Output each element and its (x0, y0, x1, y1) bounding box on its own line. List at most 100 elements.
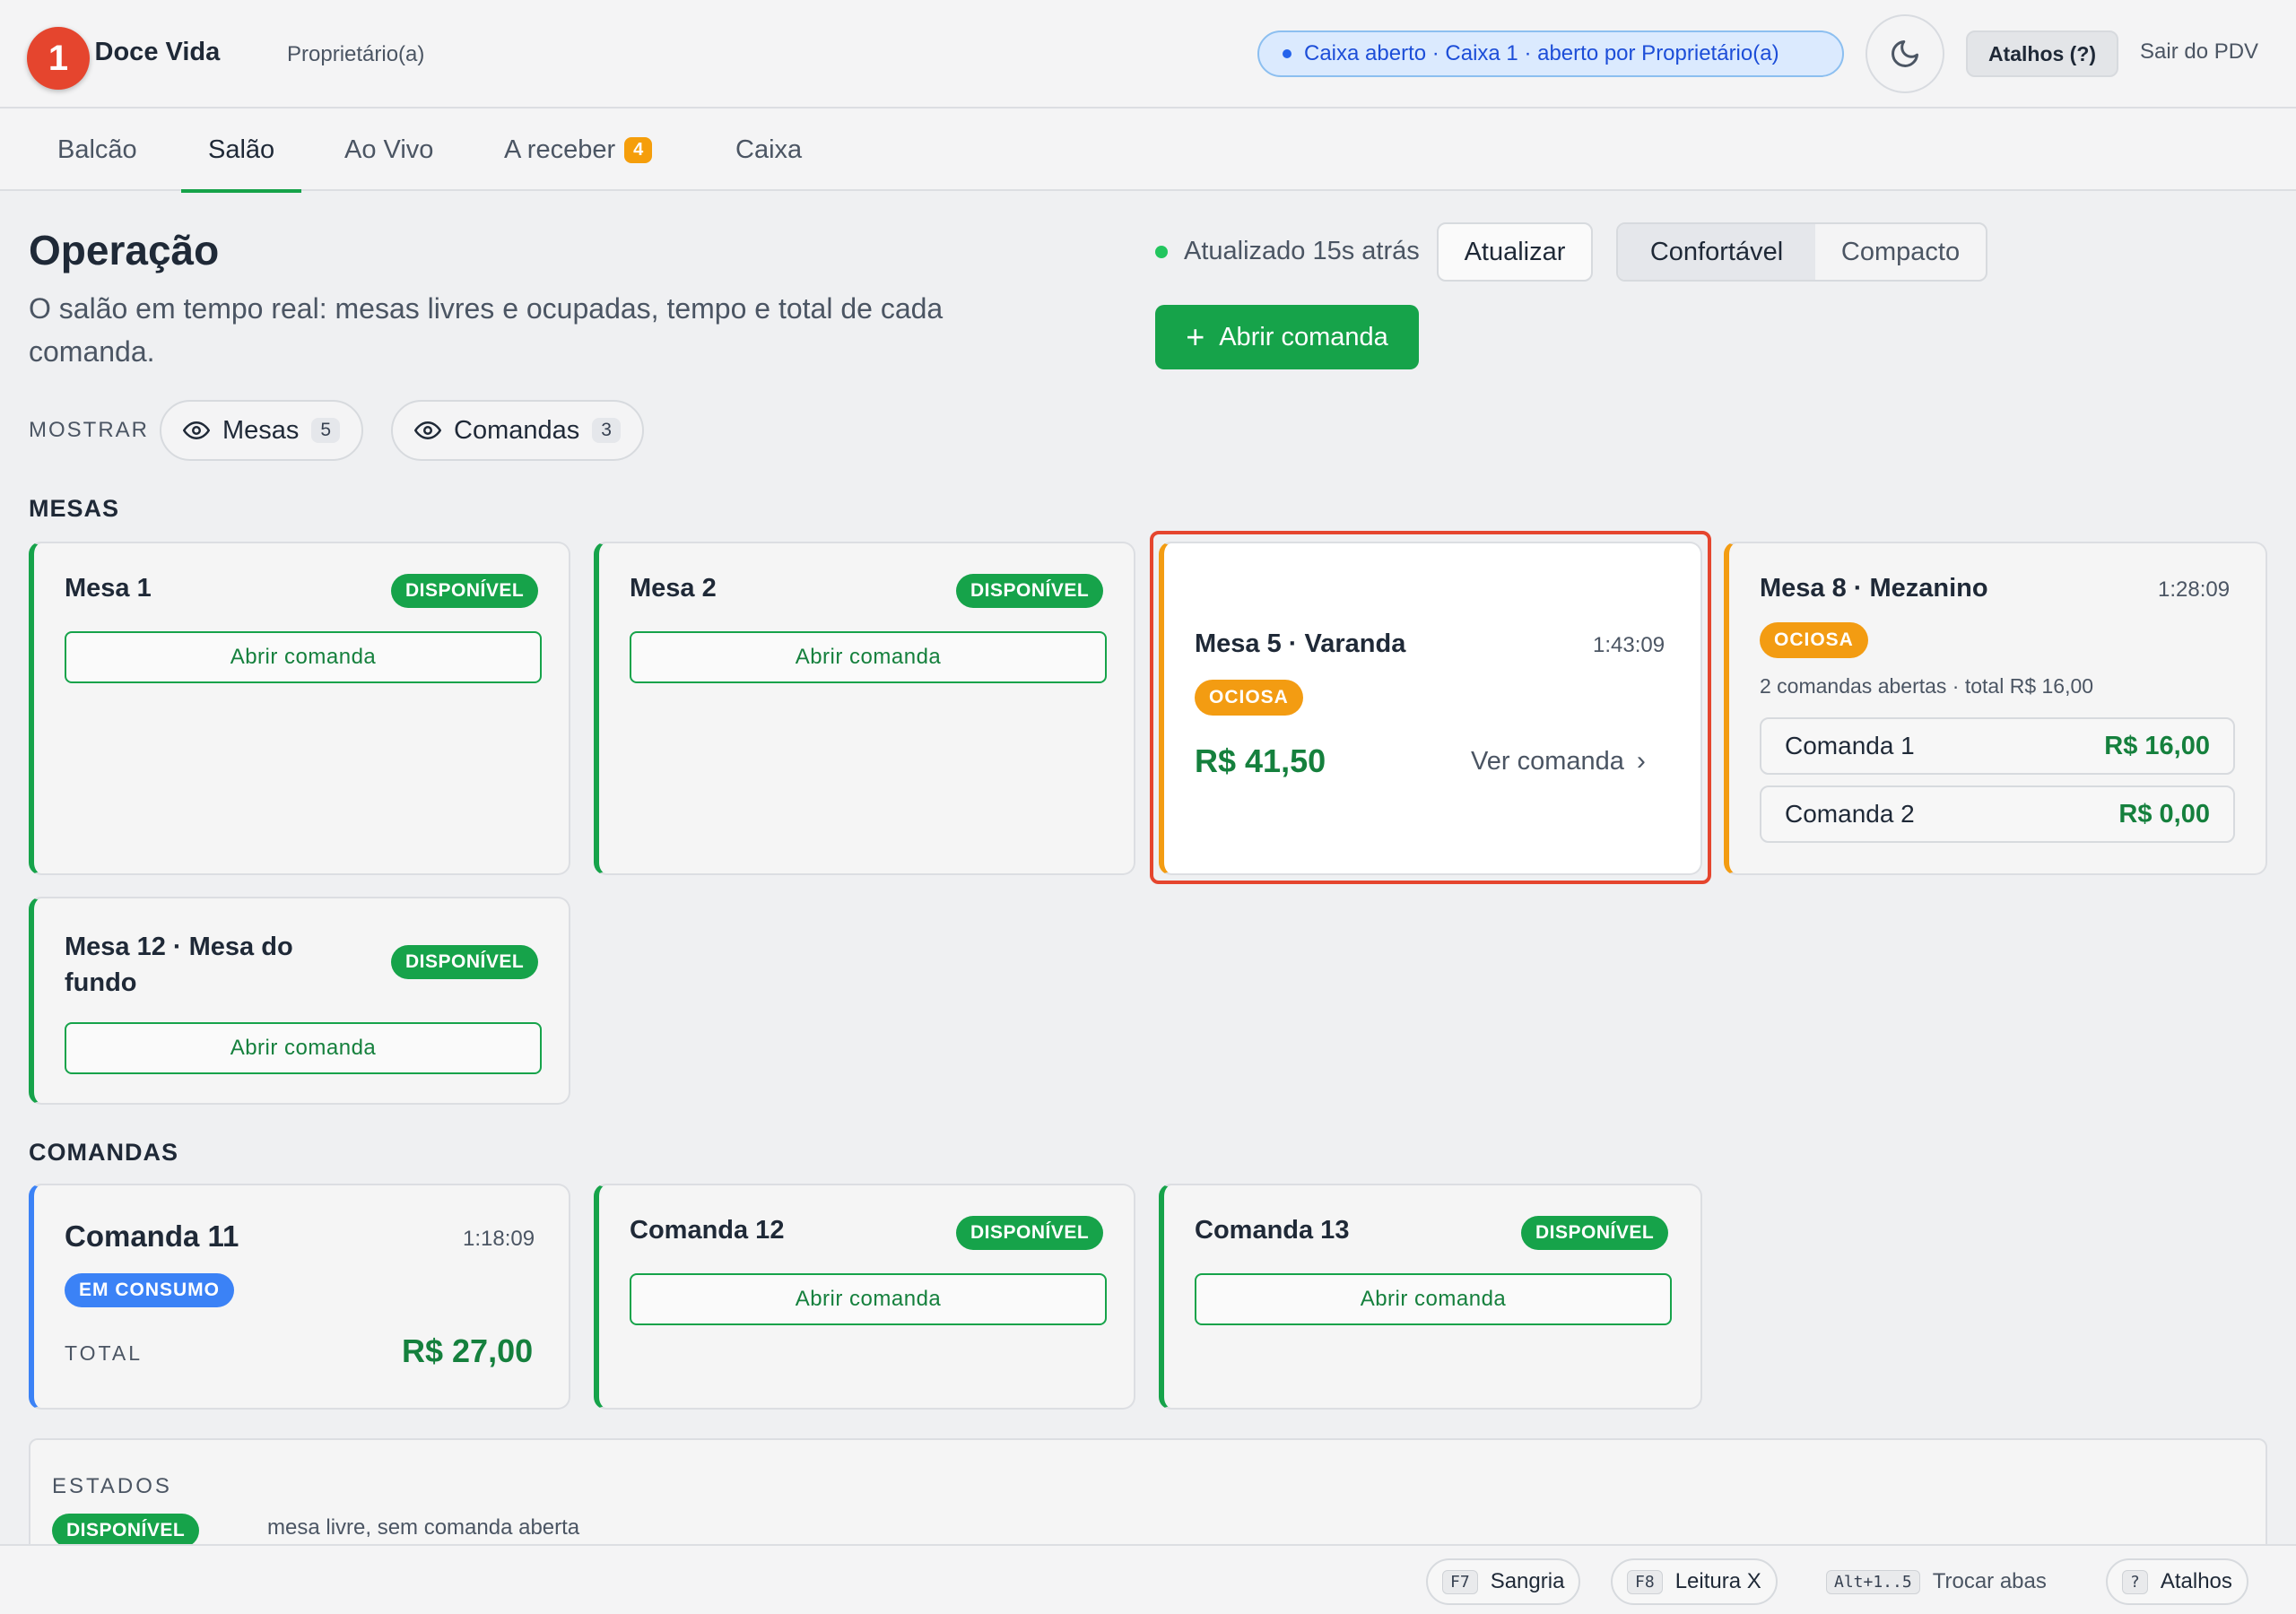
status-badge: DISPONÍVEL (956, 574, 1104, 608)
comanda-total: R$ 27,00 (402, 1332, 534, 1369)
status-description: mesa livre, sem comanda aberta (267, 1515, 580, 1540)
comanda-title: Comanda 11 (65, 1219, 239, 1253)
moon-icon (1892, 40, 1918, 67)
mesa-title: Mesa 5 · Varanda (1195, 629, 1406, 658)
filter-count: 5 (311, 418, 341, 443)
page-subtitle: O salão em tempo real: mesas livres e oc… (29, 292, 944, 368)
status-badge: DISPONÍVEL (391, 945, 539, 979)
status-badge: DISPONÍVEL (956, 1216, 1104, 1250)
theme-toggle-button[interactable] (1866, 14, 1944, 93)
status-badge: DISPONÍVEL (52, 1514, 200, 1548)
mesa-card[interactable]: Mesa 5 · Varanda 1:43:09 OCIOSA R$ 41,50… (1159, 542, 1702, 875)
filter-comandas-chip[interactable]: Comandas 3 (391, 400, 644, 461)
tab-caixa[interactable]: Caixa (735, 108, 802, 191)
comanda-value: R$ 16,00 (2104, 731, 2210, 760)
caixa-status-text: Caixa aberto · Caixa 1 · aberto por Prop… (1304, 41, 1779, 65)
mesa-summary: 2 comandas abertas · total R$ 16,00 (1760, 674, 2094, 698)
caixa-status-badge[interactable]: Caixa aberto · Caixa 1 · aberto por Prop… (1257, 30, 1844, 77)
mesa-title: Mesa 2 (630, 574, 717, 603)
sangria-label: Sangria (1490, 1569, 1565, 1593)
refresh-button[interactable]: Atualizar (1437, 222, 1593, 282)
switch-tabs-hint: Alt+1..5 Trocar abas (1826, 1558, 2047, 1605)
plus-icon: + (1186, 318, 1205, 355)
density-comfortable-option[interactable]: Confortável (1618, 224, 1815, 280)
footer-shortcuts-label: Atalhos (2160, 1569, 2232, 1593)
mesa-title: Mesa 1 (65, 574, 152, 603)
eye-icon (183, 421, 210, 440)
eye-icon (414, 421, 441, 440)
key-hint: F7 (1442, 1569, 1478, 1594)
filter-mesas-chip[interactable]: Mesas 5 (160, 400, 364, 461)
live-dot-icon (1155, 245, 1168, 258)
tab-balcao[interactable]: Balcão (57, 108, 137, 191)
logout-link[interactable]: Sair do PDV (2140, 39, 2258, 65)
comandas-section-title: COMANDAS (29, 1139, 178, 1166)
filter-count: 3 (592, 418, 621, 443)
tab-label: Salão (208, 134, 275, 164)
main-tabs: Balcão Salão Ao Vivo A receber 4 Caixa (0, 108, 2296, 193)
comanda-card: Comanda 13 DISPONÍVEL Abrir comanda (1159, 1184, 1702, 1410)
view-comanda-link[interactable]: Ver comanda › (1471, 746, 1646, 777)
tab-label: Balcão (57, 134, 137, 164)
leitura-x-button[interactable]: F8 Leitura X (1611, 1558, 1778, 1605)
comanda-title: Comanda 13 (1195, 1216, 1350, 1245)
mesa-card: Mesa 12 · Mesa do fundo DISPONÍVEL Abrir… (29, 897, 570, 1105)
mesa-card: Mesa 1 DISPONÍVEL Abrir comanda (29, 542, 570, 875)
filter-label: Comandas (454, 415, 580, 445)
footer-shortcuts-button[interactable]: ? Atalhos (2106, 1558, 2248, 1605)
elapsed-time: 1:43:09 (1593, 633, 1665, 657)
mesa-card: Mesa 8 · Mezanino 1:28:09 OCIOSA 2 coman… (1724, 542, 2267, 875)
estados-label: ESTADOS (52, 1474, 172, 1498)
mesa-card: Mesa 2 DISPONÍVEL Abrir comanda (594, 542, 1135, 875)
user-role: Proprietário(a) (287, 42, 425, 66)
elapsed-time: 1:18:09 (463, 1227, 535, 1251)
comanda-name: Comanda 2 (1785, 800, 1915, 828)
open-comanda-button[interactable]: + Abrir comanda (1155, 305, 1419, 369)
leitura-x-label: Leitura X (1674, 1569, 1761, 1593)
comanda-card[interactable]: Comanda 11 1:18:09 EM CONSUMO TOTAL R$ 2… (29, 1184, 570, 1410)
open-comanda-button[interactable]: Abrir comanda (65, 631, 542, 683)
view-comanda-label: Ver comanda (1471, 746, 1624, 776)
mesa-total: R$ 41,50 (1195, 742, 1326, 779)
shortcuts-button[interactable]: Atalhos (?) (1966, 30, 2118, 77)
comanda-row[interactable]: Comanda 1 R$ 16,00 (1760, 717, 2235, 775)
density-compact-option[interactable]: Compacto (1815, 224, 1986, 280)
tab-label: Ao Vivo (344, 134, 434, 164)
comanda-title: Comanda 12 (630, 1216, 785, 1245)
status-badge: OCIOSA (1760, 622, 1868, 658)
comanda-card: Comanda 12 DISPONÍVEL Abrir comanda (594, 1184, 1135, 1410)
filter-label: Mesas (222, 415, 300, 445)
comanda-value: R$ 0,00 (2118, 799, 2210, 829)
page-title: Operação (29, 227, 220, 273)
mesas-section-title: MESAS (29, 495, 120, 522)
key-hint: ? (2122, 1569, 2148, 1594)
open-comanda-button[interactable]: Abrir comanda (630, 1273, 1107, 1325)
mesa-title-line: Mesa 12 · Mesa do (65, 933, 293, 961)
tab-label: A receber (504, 134, 616, 164)
mesa-title: Mesa 8 · Mezanino (1760, 574, 1988, 603)
elapsed-time: 1:28:09 (2158, 577, 2231, 602)
open-comanda-label: Abrir comanda (1219, 322, 1388, 351)
chevron-right-icon: › (1636, 746, 1646, 776)
mesa-title: Mesa 12 · Mesa do fundo (65, 929, 293, 1001)
total-label: TOTAL (65, 1341, 143, 1365)
footer-bar: F7 Sangria F8 Leitura X Alt+1..5 Trocar … (0, 1544, 2296, 1614)
open-comanda-button[interactable]: Abrir comanda (630, 631, 1107, 683)
key-hint: Alt+1..5 (1826, 1569, 1920, 1594)
tab-label: Caixa (735, 134, 803, 164)
density-toggle: Confortável Compacto (1616, 222, 1987, 282)
status-badge: EM CONSUMO (65, 1273, 234, 1307)
comanda-name: Comanda 1 (1785, 732, 1915, 759)
comanda-row[interactable]: Comanda 2 R$ 0,00 (1760, 785, 2235, 843)
mesa-title-line: fundo (65, 968, 137, 997)
count-badge: 4 (624, 136, 653, 163)
status-badge: OCIOSA (1195, 680, 1303, 716)
sangria-button[interactable]: F7 Sangria (1426, 1558, 1581, 1605)
tab-salao[interactable]: Salão (180, 108, 302, 193)
tab-ao-vivo[interactable]: Ao Vivo (344, 108, 433, 191)
filters-label: MOSTRAR (29, 418, 149, 442)
tab-a-receber[interactable]: A receber 4 (504, 108, 653, 191)
status-badge: DISPONÍVEL (391, 574, 539, 608)
open-comanda-button[interactable]: Abrir comanda (65, 1022, 542, 1074)
open-comanda-button[interactable]: Abrir comanda (1195, 1273, 1672, 1325)
